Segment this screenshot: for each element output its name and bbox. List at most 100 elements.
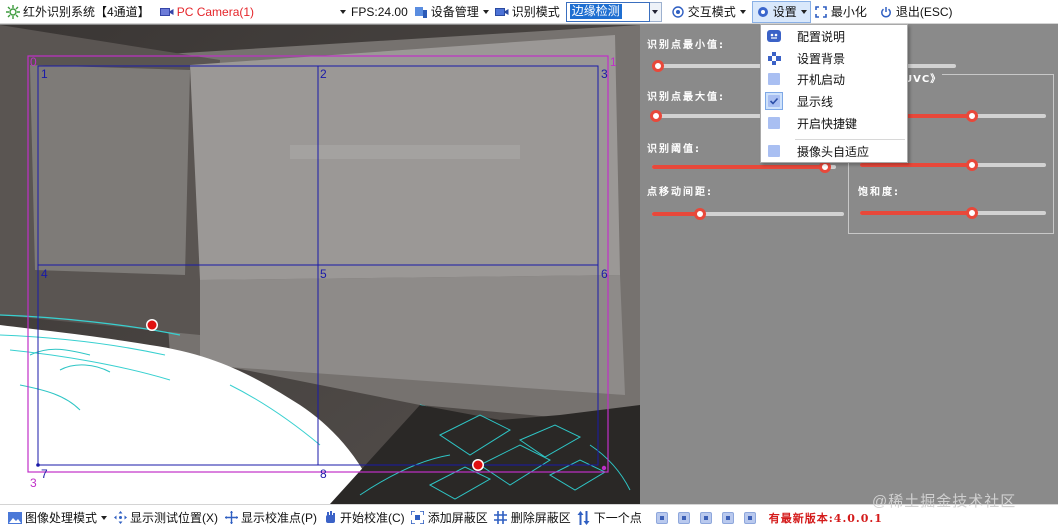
max-point-label: 识别点最大值: xyxy=(647,92,725,103)
saturation-slider[interactable] xyxy=(860,206,1046,220)
recognition-icon xyxy=(494,5,509,19)
grid-label-6: 6 xyxy=(601,267,608,281)
grid-label-4: 4 xyxy=(41,267,48,281)
grid-label-8: 8 xyxy=(320,467,327,481)
next-point-button[interactable]: 下一个点 xyxy=(574,506,645,530)
app-logo-icon xyxy=(6,4,20,19)
checkbox-icon xyxy=(763,140,785,162)
exit-label: 退出(ESC) xyxy=(895,5,953,19)
image-mode-button[interactable]: 图像处理模式 xyxy=(0,506,110,530)
move-icon xyxy=(113,511,127,525)
power-icon xyxy=(879,5,893,19)
min-point-label: 识别点最小值: xyxy=(647,40,725,51)
app-title: 红外识别系统【4通道】 xyxy=(0,0,153,24)
camera-icon xyxy=(159,5,174,19)
add-mask-button[interactable]: 添加屏蔽区 xyxy=(408,506,491,530)
recognition-mode-label: 识别模式 xyxy=(511,5,560,19)
caret-down-icon xyxy=(340,9,347,14)
fps-text: FPS:24.00 xyxy=(351,4,408,19)
nav-right-button[interactable] xyxy=(743,511,756,524)
nav-center-button[interactable] xyxy=(699,511,712,524)
menu-item-config-help[interactable]: 配置说明 xyxy=(763,25,906,47)
menu-item-label: 开启快捷键 xyxy=(797,116,858,131)
fps-readout: FPS:24.00 xyxy=(337,0,411,24)
grid-label-7: 7 xyxy=(41,467,48,481)
menu-item-label: 设置背景 xyxy=(797,51,846,66)
recognition-mode-value[interactable]: 边缘检测 xyxy=(565,1,650,22)
show-test-position-label: 显示测试位置(X) xyxy=(130,511,219,525)
show-calibration-points-button[interactable]: 显示校准点(P) xyxy=(221,506,320,530)
camera-viewport[interactable]: 0 1 3 1 2 3 4 5 6 7 8 xyxy=(0,25,640,504)
app-title-text: 红外识别系统【4通道】 xyxy=(23,5,150,19)
settings-menu: 配置说明 设置背景 开机启动 显示线 开启快捷键 摄像头自适应 xyxy=(760,24,908,163)
add-region-icon xyxy=(411,511,425,525)
checkbox-checked-icon xyxy=(763,90,785,112)
delete-mask-label: 删除屏蔽区 xyxy=(510,511,571,525)
background-icon xyxy=(763,47,785,69)
grid-corner-dot xyxy=(36,463,40,467)
watermark: @稀土掘金技术社区 xyxy=(872,493,1017,510)
checkbox-icon xyxy=(763,112,785,134)
start-calibration-button[interactable]: 开始校准(C) xyxy=(320,506,408,530)
detected-point[interactable] xyxy=(473,460,483,470)
menu-item-hotkeys[interactable]: 开启快捷键 xyxy=(763,112,906,134)
device-icon xyxy=(414,5,428,19)
grid-label-5: 5 xyxy=(320,267,327,281)
slider-thumb[interactable] xyxy=(965,207,978,219)
interaction-mode-label: 交互模式 xyxy=(687,5,736,19)
camera-name: PC Camera(1) xyxy=(176,4,255,19)
menu-item-show-lines[interactable]: 显示线 xyxy=(763,90,906,112)
add-mask-label: 添加屏蔽区 xyxy=(427,511,488,525)
slider-thumb[interactable] xyxy=(652,60,665,72)
device-manage-label: 设备管理 xyxy=(430,5,479,19)
slider-thumb[interactable] xyxy=(694,208,706,220)
nav-up-button[interactable] xyxy=(655,511,668,524)
slider-thumb[interactable] xyxy=(649,110,662,122)
image-mode-label: 图像处理模式 xyxy=(25,511,98,525)
hand-icon xyxy=(323,511,337,525)
minimize-button[interactable]: 最小化 xyxy=(811,0,870,24)
saturation-label: 饱和度: xyxy=(858,187,900,198)
move-spacing-label: 点移动间距: xyxy=(647,187,713,198)
exit-button[interactable]: 退出(ESC) xyxy=(876,0,956,24)
menu-item-set-background[interactable]: 设置背景 xyxy=(763,47,906,69)
grid-label-1: 1 xyxy=(41,67,48,81)
menu-item-label: 配置说明 xyxy=(797,29,846,44)
nav-buttons xyxy=(651,511,761,524)
delete-mask-button[interactable]: 删除屏蔽区 xyxy=(491,506,574,530)
camera-feed: 0 1 3 1 2 3 4 5 6 7 8 xyxy=(0,25,640,504)
device-manage-button[interactable]: 设备管理 xyxy=(411,0,492,24)
grid-label-3: 3 xyxy=(601,67,608,81)
uvc-group-title: UVC》 xyxy=(903,70,943,85)
threshold-label: 识别阈值: xyxy=(647,144,701,155)
next-point-label: 下一个点 xyxy=(593,511,642,525)
settings-icon xyxy=(756,5,770,19)
chevron-down-icon[interactable] xyxy=(649,1,662,22)
show-calibration-points-label: 显示校准点(P) xyxy=(241,511,318,525)
minimize-icon xyxy=(814,5,828,19)
minimize-label: 最小化 xyxy=(830,5,867,19)
menu-item-camera-adaptive[interactable]: 摄像头自适应 xyxy=(763,140,906,162)
outer-label-1: 1 xyxy=(610,55,617,69)
slider-thumb[interactable] xyxy=(965,110,978,122)
menu-item-label: 开机启动 xyxy=(797,72,846,87)
nav-down-button[interactable] xyxy=(721,511,734,524)
show-test-position-button[interactable]: 显示测试位置(X) xyxy=(110,506,221,530)
settings-button[interactable]: 设置 xyxy=(751,0,811,23)
top-toolbar: 红外识别系统【4通道】 PC Camera(1) FPS:24.00 设备管理 … xyxy=(0,0,1058,24)
recognition-mode-select[interactable]: 边缘检测 xyxy=(565,1,662,22)
slider-thumb[interactable] xyxy=(965,159,978,171)
version-notice[interactable]: 有最新版本:4.0.0.1 xyxy=(769,510,883,526)
target-icon xyxy=(671,5,685,19)
detected-point[interactable] xyxy=(147,320,157,330)
camera-indicator: PC Camera(1) xyxy=(157,0,257,24)
nav-left-button[interactable] xyxy=(677,511,690,524)
recognition-mode-label-wrap: 识别模式 xyxy=(492,0,563,24)
sort-arrows-icon xyxy=(577,510,591,525)
menu-item-autostart[interactable]: 开机启动 xyxy=(763,68,906,90)
outer-label-0: 0 xyxy=(30,55,37,69)
interaction-mode-button[interactable]: 交互模式 xyxy=(668,0,749,24)
caret-down-icon xyxy=(482,9,489,14)
outer-label-3: 3 xyxy=(30,476,37,490)
move-spacing-slider[interactable] xyxy=(652,207,844,221)
